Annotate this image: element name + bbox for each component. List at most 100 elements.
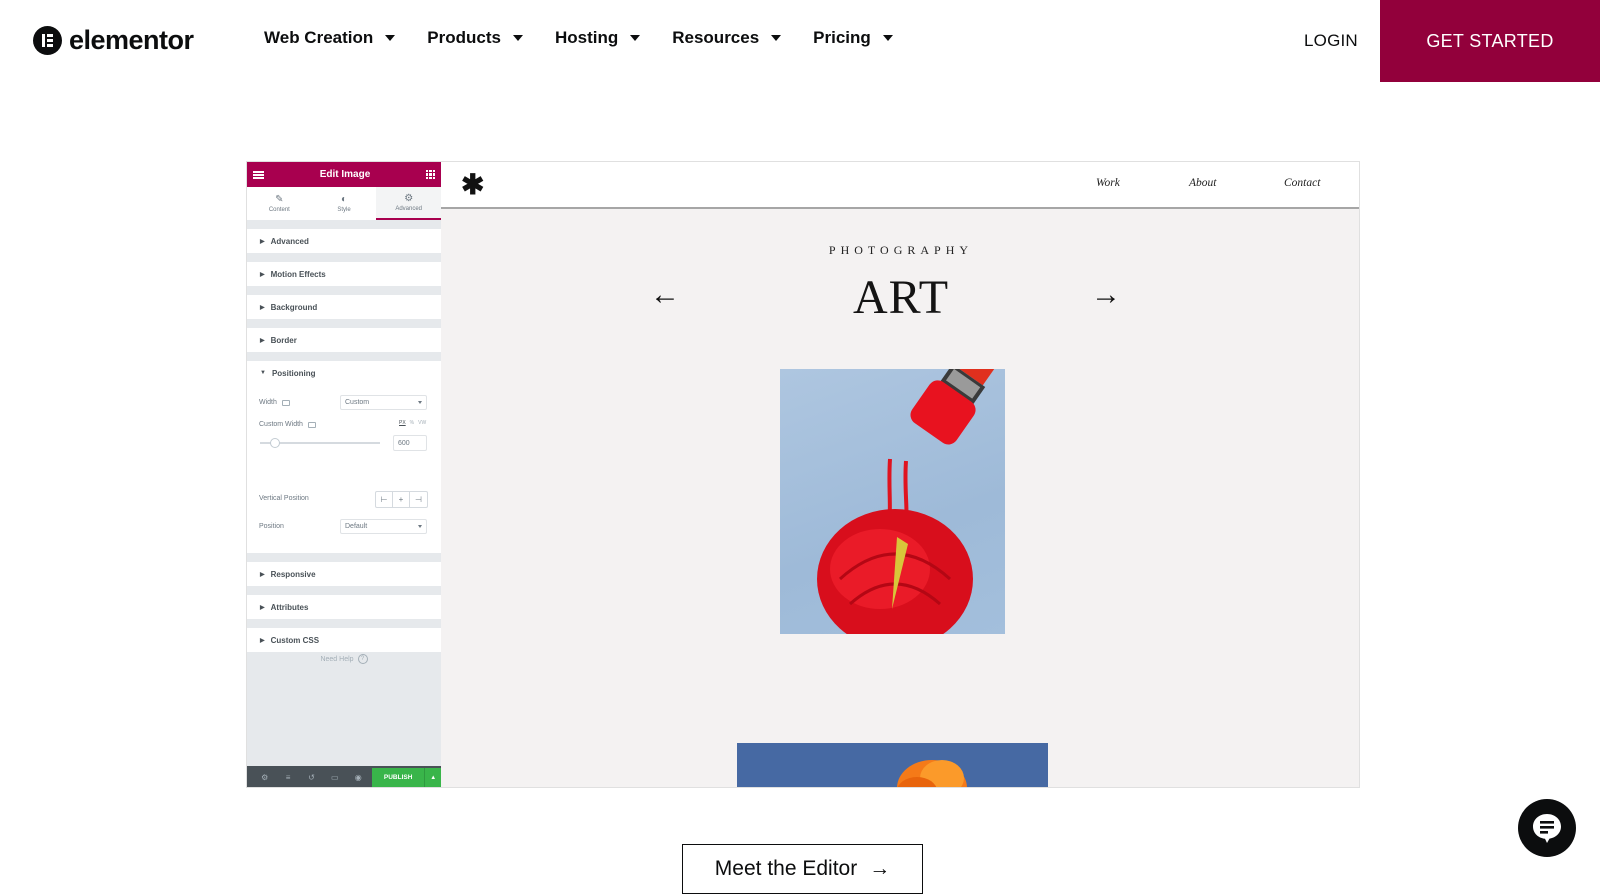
section-label: Border (270, 335, 297, 345)
section-border[interactable]: ▶ Border (247, 328, 441, 352)
section-advanced[interactable]: ▶ Advanced (247, 229, 441, 253)
preview-nav: ✱ Work About Contact (441, 162, 1359, 209)
desktop-icon[interactable] (281, 399, 290, 406)
menu-item-label: Products (427, 28, 501, 47)
next-arrow-icon[interactable]: → (1091, 280, 1121, 310)
menu-item-label: Resources (672, 28, 760, 47)
caret-right-icon: ▶ (260, 337, 265, 344)
vertical-position-label: Vertical Position (259, 495, 309, 502)
menu-item-web-creation[interactable]: Web Creation (264, 28, 396, 48)
paint-flower-image[interactable] (780, 369, 1005, 634)
section-attributes[interactable]: ▶ Attributes (247, 595, 441, 619)
custom-width-label: Custom Width (259, 421, 316, 428)
get-started-button[interactable]: GET STARTED (1380, 0, 1600, 82)
section-custom-css[interactable]: ▶ Custom CSS (247, 628, 441, 652)
chat-support-button[interactable] (1518, 799, 1576, 857)
section-label: Background (270, 302, 318, 312)
caret-down-icon (630, 35, 641, 41)
slider-handle[interactable] (270, 438, 280, 448)
width-label: Width (259, 399, 290, 406)
need-help-label: Need Help (320, 655, 354, 663)
caret-down-icon (512, 35, 523, 41)
menu-item-label: Pricing (813, 28, 871, 47)
align-center-icon[interactable]: + (393, 492, 410, 507)
section-label: Motion Effects (270, 269, 326, 279)
editor-panel: Edit Image ✎ Content ◐ Style ⚙ Advanced … (247, 162, 442, 787)
settings-icon[interactable]: ⚙ (253, 773, 276, 782)
unit-px[interactable]: PX (399, 420, 406, 426)
align-end-icon[interactable]: ⊣ (410, 492, 427, 507)
caret-right-icon: ▶ (260, 604, 265, 611)
preview-nav-about[interactable]: About (1189, 177, 1216, 189)
chat-bubble-icon (1533, 814, 1561, 843)
section-positioning[interactable]: ▼ Positioning (247, 361, 441, 385)
elementor-logo[interactable]: elementor (33, 24, 194, 56)
section-responsive[interactable]: ▶ Responsive (247, 562, 441, 586)
publish-options-icon[interactable]: ▲ (424, 768, 442, 787)
position-select[interactable]: Default (340, 519, 427, 534)
custom-width-input[interactable]: 600 (393, 435, 427, 451)
menu-item-label: Web Creation (264, 28, 374, 47)
desktop-icon[interactable] (307, 421, 316, 428)
meet-the-editor-label: Meet the Editor (714, 857, 858, 880)
elementor-logo-icon (33, 25, 62, 55)
orange-flower-image[interactable] (737, 743, 1048, 787)
paint-brush-flower-illustration (817, 369, 1005, 634)
page-preview: ✱ Work About Contact PHOTOGRAPHY ART ← → (441, 162, 1359, 787)
dropdown-arrow-icon (418, 401, 422, 404)
tab-content[interactable]: ✎ Content (247, 187, 312, 220)
section-motion-effects[interactable]: ▶ Motion Effects (247, 262, 441, 286)
responsive-mode-icon[interactable]: ▭ (323, 773, 346, 782)
widgets-grid-icon[interactable] (425, 170, 435, 179)
section-label: Attributes (270, 602, 309, 612)
width-select[interactable]: Custom (340, 395, 427, 410)
unit-vw[interactable]: VW (418, 420, 426, 426)
preview-nav-contact[interactable]: Contact (1284, 177, 1320, 189)
positioning-controls: Width Custom Custom Width PX % VW 600 Ve… (247, 385, 441, 530)
panel-tabs: ✎ Content ◐ Style ⚙ Advanced (247, 187, 442, 220)
navigator-icon[interactable]: ≡ (276, 773, 299, 782)
unit-percent[interactable]: % (410, 420, 414, 426)
hamburger-menu-icon[interactable] (253, 170, 264, 179)
logo-text: elementor (69, 24, 194, 55)
section-label: Responsive (270, 569, 316, 579)
width-select-value: Custom (345, 399, 370, 406)
menu-item-products[interactable]: Products (427, 28, 523, 48)
position-label-text: Position (259, 523, 284, 530)
dropdown-arrow-icon (418, 525, 422, 528)
meet-the-editor-button[interactable]: Meet the Editor → (682, 844, 923, 894)
prev-arrow-icon[interactable]: ← (650, 280, 680, 310)
caret-right-icon: ▶ (260, 271, 265, 278)
vertical-position-choices: ⊢ + ⊣ (375, 491, 428, 508)
menu-item-resources[interactable]: Resources (672, 28, 782, 48)
asterisk-logo-icon[interactable]: ✱ (461, 171, 484, 199)
caret-down-icon (882, 35, 893, 41)
preview-eyebrow: PHOTOGRAPHY (828, 243, 974, 257)
panel-footer: ⚙ ≡ ↺ ▭ ◉ PUBLISH ▲ (247, 766, 442, 787)
login-link[interactable]: LOGIN (1304, 31, 1358, 51)
question-icon: ? (357, 654, 368, 664)
tab-label: Style (337, 207, 351, 213)
preview-nav-work[interactable]: Work (1096, 177, 1120, 189)
gear-icon: ⚙ (404, 193, 414, 204)
tab-advanced[interactable]: ⚙ Advanced (376, 187, 442, 220)
top-navigation: elementor Web Creation Products Hosting … (0, 0, 1600, 82)
menu-item-label: Hosting (554, 28, 619, 47)
menu-item-pricing[interactable]: Pricing (813, 28, 893, 48)
history-icon[interactable]: ↺ (300, 773, 323, 782)
caret-down-icon (385, 35, 396, 41)
publish-button[interactable]: PUBLISH (371, 768, 425, 787)
align-start-icon[interactable]: ⊢ (376, 492, 393, 507)
panel-title: Edit Image (319, 169, 371, 180)
need-help-link[interactable]: Need Help ? (247, 654, 441, 664)
section-label: Advanced (270, 236, 309, 246)
section-background[interactable]: ▶ Background (247, 295, 441, 319)
preview-eye-icon[interactable]: ◉ (347, 773, 370, 782)
width-label-text: Width (259, 399, 277, 406)
menu-item-hosting[interactable]: Hosting (554, 28, 641, 48)
caret-right-icon: ▶ (260, 304, 265, 311)
custom-width-label-text: Custom Width (259, 421, 303, 428)
orange-flower-illustration (897, 760, 967, 787)
main-menu: Web Creation Products Hosting Resources … (264, 28, 925, 48)
tab-style[interactable]: ◐ Style (312, 187, 377, 220)
